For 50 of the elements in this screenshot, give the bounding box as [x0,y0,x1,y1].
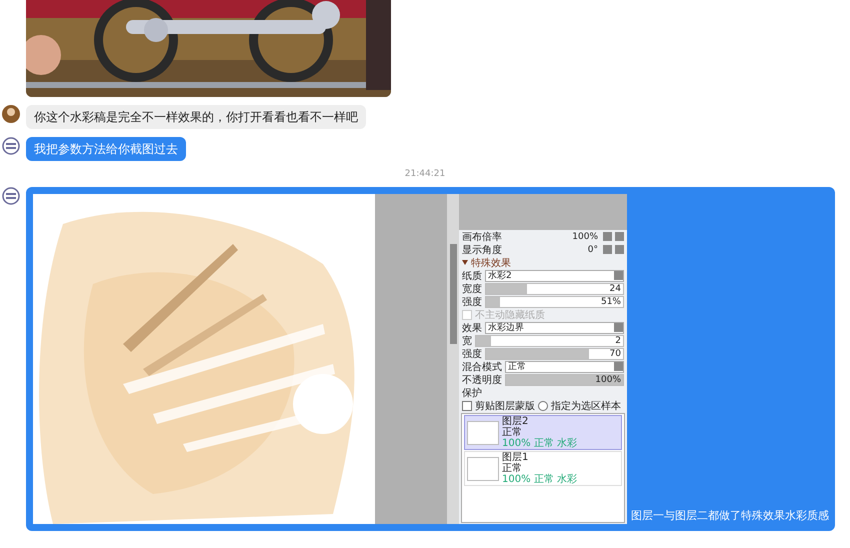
layer-info: 100% 正常 水彩 [502,438,577,449]
select-label: 混合模式 [462,360,502,374]
slider-value: 2 [615,336,622,346]
message-bubble: 我把参数方法给你截图过去 [26,137,186,161]
message-bubble: 你这个水彩稿是完全不一样效果的，你打开看看也看不一样吧 [26,105,366,129]
slider-label: 宽 [462,334,472,348]
nav-value: 0° [588,244,599,254]
nav-label: 画布倍率 [462,230,502,244]
dropdown[interactable]: 水彩边界 [485,322,624,334]
layer-mode: 正常 [502,463,522,474]
dropdown[interactable]: 水彩2 [485,270,624,282]
slider[interactable]: 100% [505,374,624,386]
slider-label: 不透明度 [462,374,502,386]
layer-thumbnail [467,456,499,480]
layer-thumbnail [467,420,499,444]
slider-label: 强度 [462,296,482,308]
caret-icon [462,260,468,265]
layer-name: 图层2 [502,416,528,427]
layer-item[interactable]: 图层1 正常 100% 正常 水彩 [464,451,622,486]
slider-label: 强度 [462,348,482,360]
checkbox[interactable] [462,400,472,410]
slider[interactable]: 70 [485,348,624,360]
layer-name: 图层1 [502,452,528,463]
section-title: 特殊效果 [471,256,511,270]
avatar-icon [2,187,20,205]
slider-value: 51% [600,296,622,306]
slider-value: 70 [610,348,622,358]
nav-value: 100% [572,232,599,242]
slider-label: 宽度 [462,282,482,296]
slider-value: 24 [610,284,622,294]
protect-label: 保护 [462,386,482,400]
layer-item[interactable]: 图层2 正常 100% 正常 水彩 [464,415,622,450]
slider[interactable]: 24 [485,282,624,294]
option-label: 指定为选区样本 [551,400,621,412]
message-caption: 图层一与图层二都做了特殊效果水彩质感 [631,508,829,524]
layer-info: 100% 正常 水彩 [502,474,577,485]
select-label: 效果 [462,322,482,334]
layer-mode: 正常 [502,427,522,438]
nav-label: 显示角度 [462,244,502,256]
slider-value: 100% [595,374,622,384]
dropdown[interactable]: 正常 [505,360,624,372]
timestamp: 21:44:21 [404,169,446,179]
avatar-icon [2,137,20,155]
select-label: 纸质 [462,270,482,282]
slider[interactable]: 2 [475,334,624,346]
radio-button[interactable] [538,400,548,410]
slider[interactable]: 51% [485,296,624,308]
option-label: 剪贴图层蒙版 [475,400,535,412]
checkbox-label: 不主动隐藏纸质 [475,308,545,322]
avatar-icon [2,105,20,123]
